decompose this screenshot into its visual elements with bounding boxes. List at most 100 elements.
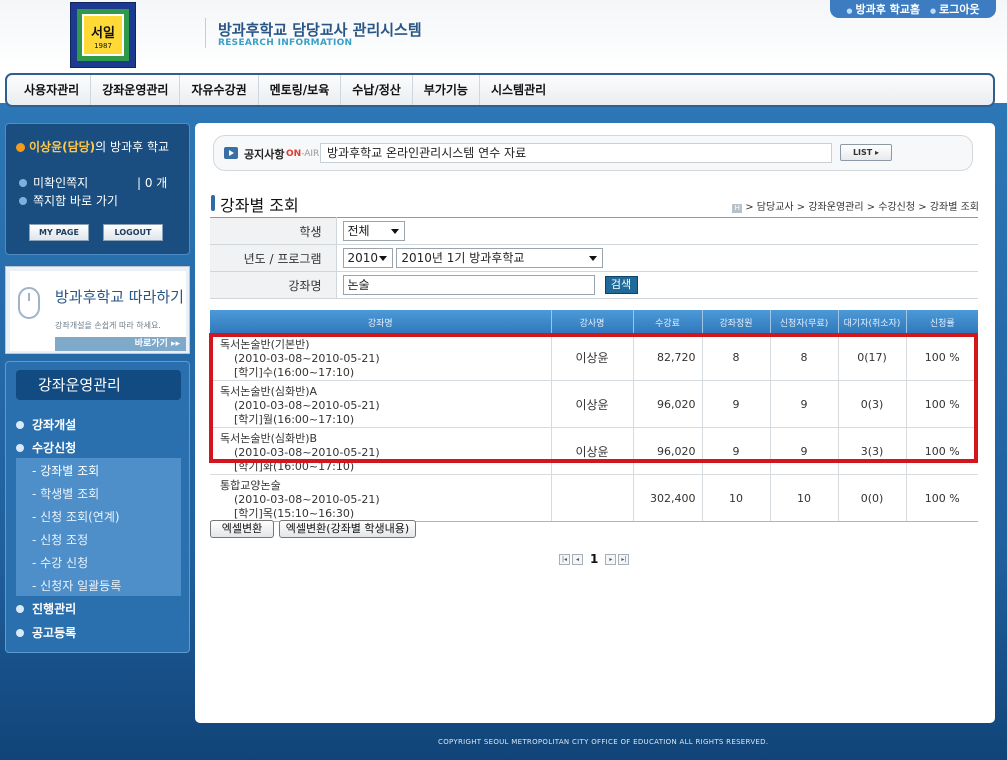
- sub-item-linked-lookup[interactable]: - 신청 조회(연계): [32, 508, 120, 525]
- onair-b: -AIR: [301, 149, 320, 159]
- teacher-cell: [551, 474, 634, 522]
- excel-export-students-button[interactable]: 엑셀변환(강좌별 학생내용): [279, 520, 416, 538]
- user-greeting: 이상윤(담당)의 방과후 학교: [16, 140, 184, 154]
- side-item-course-open[interactable]: 강좌개설: [16, 416, 76, 433]
- unread-count: | 0 개: [137, 176, 168, 190]
- menu-extras[interactable]: 부가기능: [413, 75, 480, 105]
- student-select[interactable]: 전체: [342, 221, 405, 241]
- side-menu-title: 강좌운영관리: [16, 370, 181, 400]
- pagination: |◂ ◂ 1 ▸ ▸|: [559, 552, 630, 566]
- home-icon: H: [732, 204, 743, 213]
- logo-text: 서일: [91, 26, 115, 41]
- col-rate[interactable]: 신청률: [906, 310, 978, 334]
- notice-label: 공지사항: [244, 148, 285, 161]
- banner-go-button[interactable]: 바로가기 ▸▸: [55, 337, 186, 351]
- program-select[interactable]: 2010년 1기 방과후학교: [396, 248, 604, 268]
- capacity-cell: 10: [702, 474, 771, 522]
- course-period: (2010-03-08~2010-05-21): [234, 399, 380, 412]
- menu-system[interactable]: 시스템관리: [480, 75, 557, 105]
- rate-cell: 100 %: [906, 334, 978, 381]
- menu-mentoring[interactable]: 멘토링/보육: [259, 75, 342, 105]
- col-waiting[interactable]: 대기자(취소자): [838, 310, 907, 334]
- footer-copyright: COPYRIGHT SEOUL METROPOLITAN CITY OFFICE…: [438, 738, 769, 746]
- prev-page-button[interactable]: ◂: [572, 553, 583, 565]
- mypage-button[interactable]: MY PAGE: [29, 224, 89, 241]
- table-row[interactable]: 독서논술반(기본반) (2010-03-08~2010-05-21) [학기]수(1…: [210, 334, 978, 381]
- sub-item-course-lookup[interactable]: - 강좌별 조회: [32, 462, 99, 479]
- side-submenu: - 강좌별 조회 - 학생별 조회 - 신청 조회(연계) - 신청 조정 - …: [16, 458, 181, 596]
- col-capacity[interactable]: 강좌정원: [702, 310, 771, 334]
- waiting-cell: 0(3): [838, 380, 907, 428]
- col-teacher[interactable]: 강사명: [551, 310, 634, 334]
- sub-item-adjust[interactable]: - 신청 조정: [32, 531, 88, 548]
- course-name[interactable]: 독서논술반(기본반): [220, 338, 310, 351]
- home-link[interactable]: ● 방과후 학교홈: [846, 1, 920, 17]
- logout-link[interactable]: ● 로그아웃: [930, 1, 980, 17]
- teacher-cell: 이상윤: [551, 427, 634, 475]
- side-item-enrollment[interactable]: 수강신청: [16, 439, 76, 456]
- onair-a: ON: [286, 149, 302, 159]
- course-schedule: [학기]월(16:00~17:10): [234, 413, 355, 426]
- inbox-link[interactable]: 쪽지함 바로 가기: [19, 192, 118, 209]
- rate-cell: 100 %: [906, 474, 978, 522]
- table-header: 강좌명 강사명 수강료 강좌정원 신청자(무료) 대기자(취소자) 신청률: [210, 310, 978, 334]
- menu-user-management[interactable]: 사용자관리: [13, 75, 92, 105]
- col-fee[interactable]: 수강료: [633, 310, 703, 334]
- course-name[interactable]: 독서논술반(심화반)B: [220, 432, 317, 445]
- course-cell: 독서논술반(심화반)B (2010-03-08~2010-05-21) [학기]화(…: [210, 427, 552, 475]
- next-page-button[interactable]: ▸: [605, 553, 617, 565]
- bullet-icon: ●: [930, 7, 937, 15]
- student-label: 학생: [210, 217, 337, 245]
- user-info-panel: 이상윤(담당)의 방과후 학교 미확인쪽지 | 0 개 쪽지함 바로 가기 MY …: [5, 123, 190, 255]
- col-course-name[interactable]: 강좌명: [210, 310, 552, 334]
- applicants-cell: 10: [770, 474, 839, 522]
- school-logo[interactable]: 서일 1987: [70, 2, 136, 68]
- menu-voucher[interactable]: 자유수강권: [180, 75, 259, 105]
- mouse-icon: [18, 287, 40, 319]
- page-number[interactable]: 1: [585, 552, 603, 566]
- banner-title: 방과후학교 따라하기: [55, 288, 184, 306]
- play-icon: [224, 147, 238, 159]
- sub-item-bulk-register[interactable]: - 신청자 일괄등록: [32, 577, 121, 594]
- course-name[interactable]: 통합교양논술: [220, 479, 281, 492]
- excel-export-button[interactable]: 엑셀변환: [210, 520, 274, 538]
- sub-item-student-lookup[interactable]: - 학생별 조회: [32, 485, 99, 502]
- rate-cell: 100 %: [906, 427, 978, 475]
- year-select[interactable]: 2010: [342, 248, 393, 268]
- user-name[interactable]: 이상윤(담당): [29, 140, 95, 154]
- teacher-cell: 이상윤: [551, 380, 634, 428]
- table-row[interactable]: 독서논술반(심화반)B (2010-03-08~2010-05-21) [학기]화(…: [210, 427, 978, 475]
- onair-badge: ON-AIR: [286, 149, 319, 159]
- fee-cell: 302,400: [633, 474, 703, 522]
- breadcrumb-path: > 담당교사 > 강좌운영관리 > 수강신청 > 강좌별 조회: [745, 202, 979, 213]
- guide-banner[interactable]: 방과후학교 따라하기 강좌개설을 손쉽게 따라 하세요. 바로가기 ▸▸: [5, 266, 190, 354]
- logout-link-label: 로그아웃: [939, 3, 980, 16]
- main-menu: 사용자관리 강좌운영관리 자유수강권 멘토링/보육 수납/정산 부가기능 시스템…: [5, 73, 995, 107]
- capacity-cell: 9: [702, 427, 771, 475]
- course-name-input[interactable]: 논술: [342, 275, 595, 295]
- course-schedule: [학기]목(15:10~16:30): [234, 507, 355, 520]
- sub-item-apply[interactable]: - 수강 신청: [32, 554, 88, 571]
- table-row[interactable]: 통합교양논술 (2010-03-08~2010-05-21) [학기]목(15:10…: [210, 474, 978, 522]
- course-period: (2010-03-08~2010-05-21): [234, 352, 380, 365]
- course-name[interactable]: 독서논술반(심화반)A: [220, 385, 317, 398]
- notice-list-button[interactable]: LIST ▸: [840, 144, 892, 161]
- bullet-icon: ●: [846, 7, 853, 15]
- menu-course-management[interactable]: 강좌운영관리: [91, 75, 181, 105]
- table-row[interactable]: 독서논술반(심화반)A (2010-03-08~2010-05-21) [학기]월(…: [210, 380, 978, 428]
- inbox-link-label: 쪽지함 바로 가기: [33, 194, 118, 208]
- side-item-announcement[interactable]: 공고등록: [16, 624, 76, 641]
- col-applicants[interactable]: 신청자(무료): [770, 310, 839, 334]
- course-period: (2010-03-08~2010-05-21): [234, 446, 380, 459]
- search-button[interactable]: 검색: [604, 276, 638, 294]
- utility-bar: ● 방과후 학교홈 ● 로그아웃: [830, 0, 996, 18]
- teacher-cell: 이상윤: [551, 334, 634, 381]
- last-page-button[interactable]: ▸|: [618, 553, 630, 565]
- notice-text[interactable]: 방과후학교 온라인관리시스템 연수 자료: [320, 143, 832, 163]
- logout-button[interactable]: LOGOUT: [103, 224, 163, 241]
- first-page-button[interactable]: |◂: [559, 553, 570, 565]
- course-name-label: 강좌명: [210, 271, 337, 299]
- waiting-cell: 0(0): [838, 474, 907, 522]
- side-item-progress[interactable]: 진행관리: [16, 600, 76, 617]
- menu-payment[interactable]: 수납/정산: [341, 75, 413, 105]
